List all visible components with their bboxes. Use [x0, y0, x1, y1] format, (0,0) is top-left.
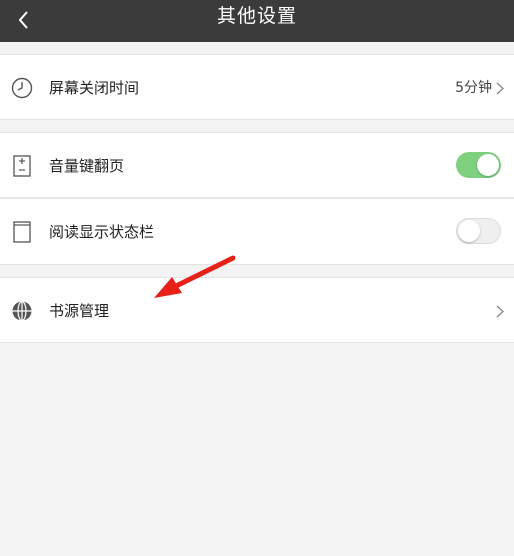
chevron-right-icon — [496, 82, 504, 95]
toggle-knob — [477, 154, 499, 176]
book-source-label: 书源管理 — [49, 302, 110, 320]
page-title: 其他设置 — [216, 5, 297, 27]
volume-key-icon — [13, 155, 31, 177]
setting-show-status-bar[interactable]: 阅读显示状态栏 — [0, 199, 514, 265]
chevron-right-icon — [496, 305, 504, 318]
volume-page-turn-label: 音量键翻页 — [49, 157, 125, 175]
toggle-knob — [458, 220, 480, 242]
setting-screen-off-time[interactable]: 屏幕关闭时间 5分钟 — [0, 54, 514, 120]
status-bar-icon — [13, 221, 31, 243]
screen-off-value: 5分钟 — [455, 80, 492, 96]
show-status-bar-toggle[interactable] — [456, 218, 501, 244]
globe-icon — [12, 300, 32, 322]
show-status-bar-label: 阅读显示状态栏 — [49, 223, 155, 241]
volume-page-turn-toggle[interactable] — [456, 152, 501, 178]
setting-volume-page-turn[interactable]: 音量键翻页 — [0, 132, 514, 198]
annotation-arrow-icon — [154, 255, 236, 298]
setting-book-source[interactable]: 书源管理 — [0, 277, 514, 343]
clock-icon — [11, 77, 33, 99]
top-bar: 其他设置 — [0, 0, 514, 42]
screen-off-label: 屏幕关闭时间 — [49, 79, 140, 97]
